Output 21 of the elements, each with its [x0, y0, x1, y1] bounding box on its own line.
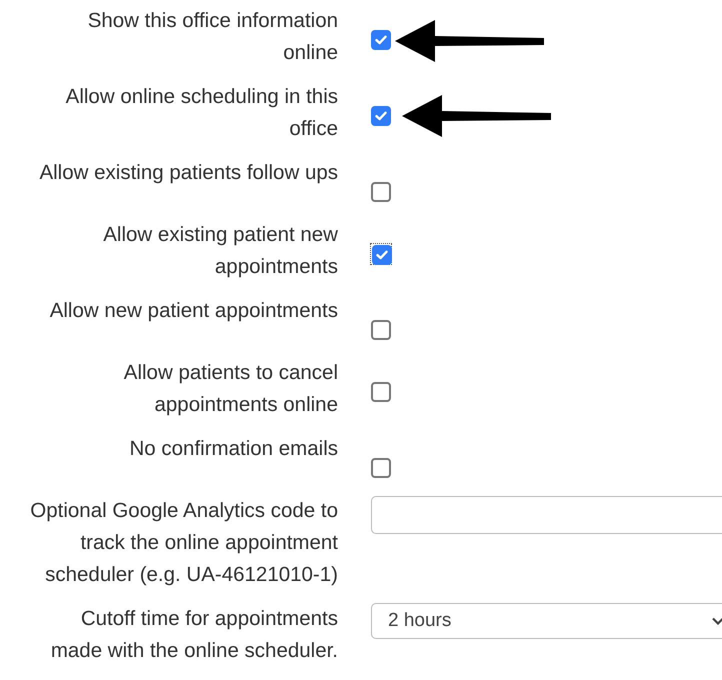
- text-input-field[interactable]: [371, 496, 722, 534]
- setting-label: Optional Google Analytics code to track the online appointment scheduler (e.g. UA-46121010-1): [29, 498, 338, 588]
- checkbox[interactable]: [371, 106, 391, 126]
- checkbox[interactable]: [371, 30, 391, 50]
- checkbox[interactable]: [371, 458, 391, 478]
- setting-label: Cutoff time for appointments made with the online scheduler.: [50, 606, 338, 664]
- chevron-down-icon: [712, 617, 722, 625]
- setting-label: Allow online scheduling in this office: [64, 84, 338, 142]
- setting-label: Show this office information online: [86, 8, 338, 66]
- setting-label: Allow new patient appointments: [48, 298, 338, 324]
- checkbox[interactable]: [371, 382, 391, 402]
- check-icon: [376, 250, 388, 260]
- setting-label: Allow existing patients follow ups: [38, 160, 338, 186]
- check-icon: [375, 35, 387, 45]
- setting-label: No confirmation emails: [128, 436, 338, 462]
- setting-label: Allow patients to cancel appointments online: [122, 360, 338, 418]
- checkbox[interactable]: [371, 320, 391, 340]
- cutoff-select[interactable]: 2 hours: [371, 603, 722, 639]
- checkbox[interactable]: [371, 182, 391, 202]
- check-icon: [375, 111, 387, 121]
- setting-label: Allow existing patient new appointments: [102, 222, 338, 280]
